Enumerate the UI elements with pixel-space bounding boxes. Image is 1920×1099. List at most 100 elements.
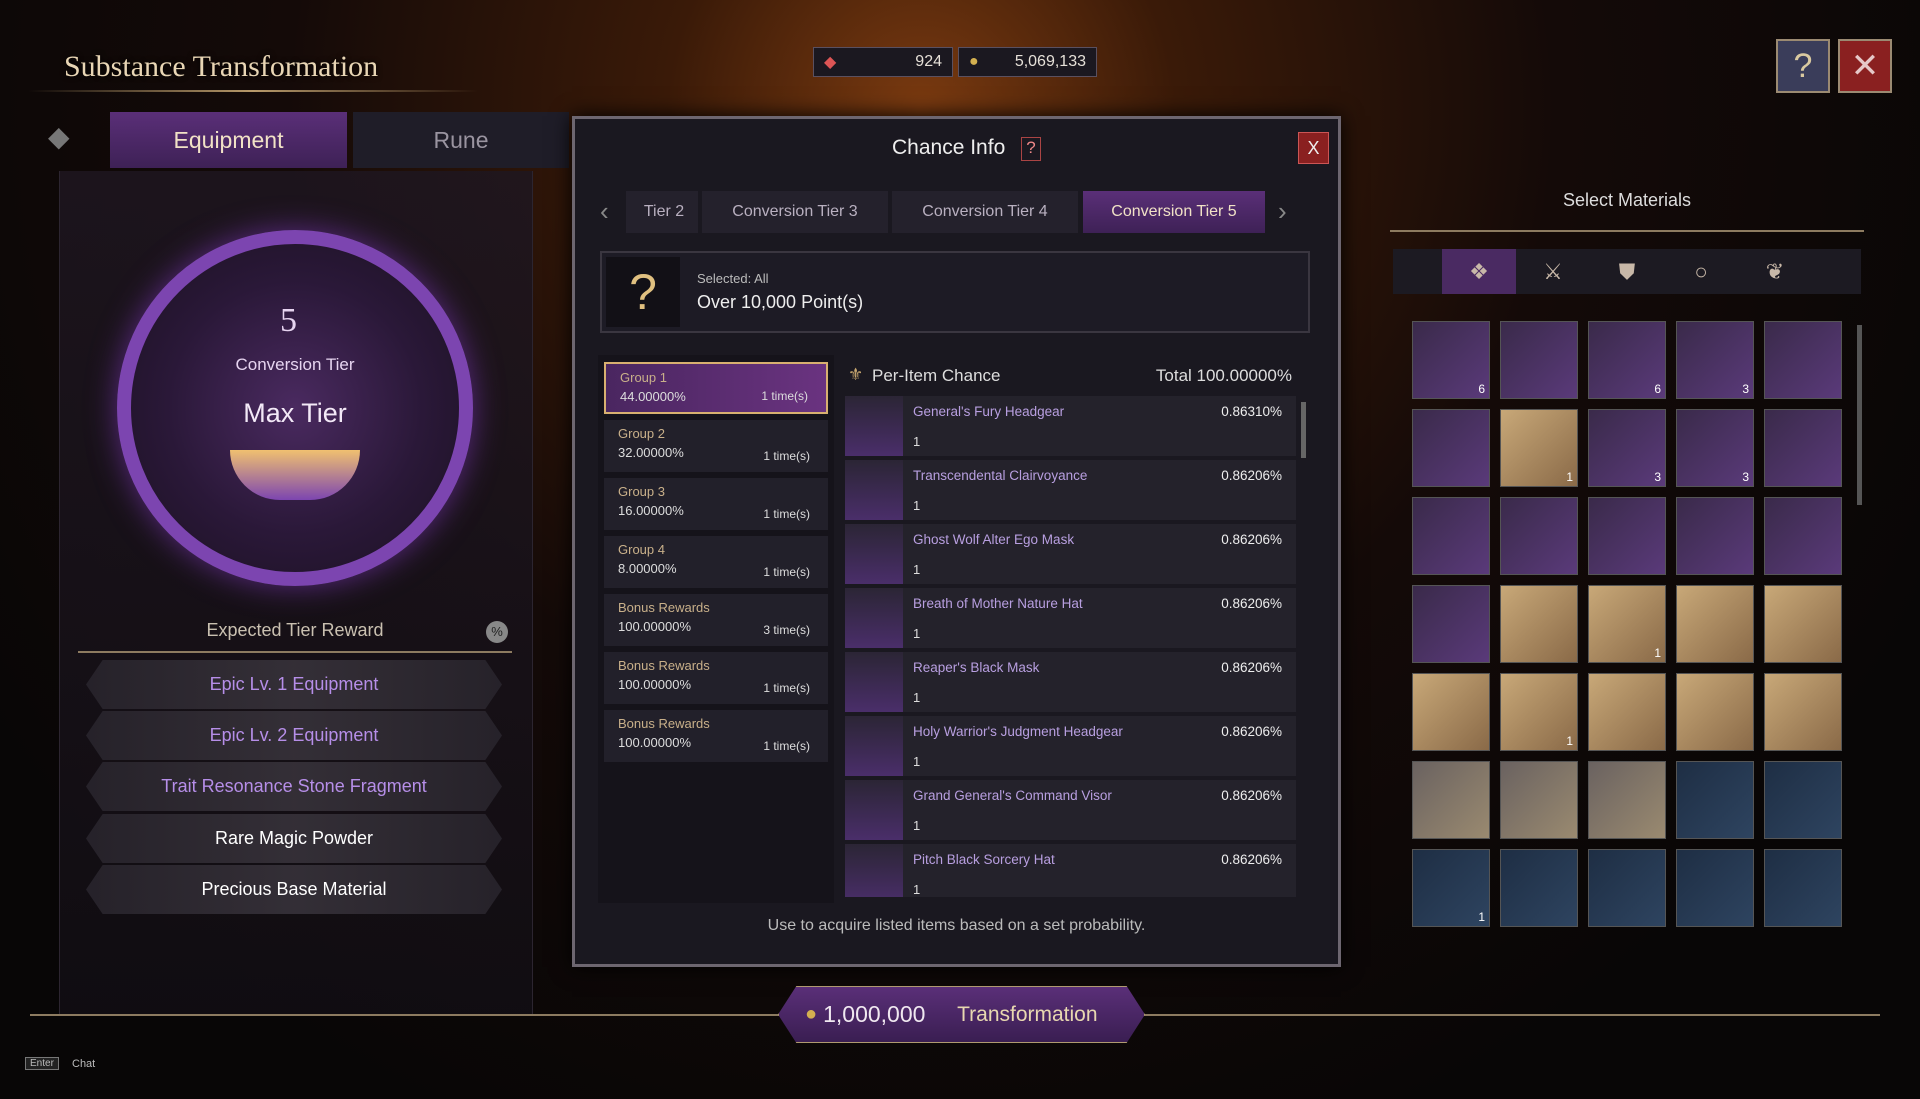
material-slot[interactable] — [1764, 849, 1842, 927]
transformation-button[interactable]: ● 1,000,000 Transformation — [778, 986, 1145, 1043]
material-slot[interactable] — [1412, 761, 1490, 839]
material-slot[interactable] — [1676, 585, 1754, 663]
item-name: Reaper's Black Mask — [913, 660, 1040, 675]
item-row[interactable]: Holy Warrior's Judgment Headgear 1 0.86206… — [845, 716, 1296, 776]
group-row[interactable]: Bonus Rewards 100.00000% 3 time(s) — [604, 594, 828, 646]
material-slot[interactable] — [1764, 585, 1842, 663]
ring-icon[interactable]: ○ — [1664, 249, 1738, 294]
item-row[interactable]: Breath of Mother Nature Hat 1 0.86206% — [845, 588, 1296, 648]
group-name: Group 4 — [618, 542, 665, 557]
material-slot[interactable] — [1764, 497, 1842, 575]
dialog-title: Chance Info — [892, 136, 1006, 159]
item-row[interactable]: Grand General's Command Visor 1 0.86206% — [845, 780, 1296, 840]
item-headgear-icon — [845, 652, 903, 712]
reward-item[interactable]: Epic Lv. 2 Equipment — [86, 711, 502, 760]
material-scrollbar[interactable] — [1857, 325, 1862, 505]
material-slot[interactable]: 3 — [1676, 321, 1754, 399]
page-title: Substance Transformation — [64, 50, 379, 83]
material-slot[interactable] — [1412, 497, 1490, 575]
material-slot[interactable]: 1 — [1588, 585, 1666, 663]
feather-icon[interactable]: ❦ — [1738, 249, 1812, 294]
material-slot[interactable] — [1500, 321, 1578, 399]
item-row[interactable]: General's Fury Headgear 1 0.86310% — [845, 396, 1296, 456]
gold-coin-icon: ● — [805, 1003, 818, 1025]
material-slot[interactable] — [1676, 761, 1754, 839]
material-slot[interactable]: 3 — [1588, 409, 1666, 487]
item-name: Ghost Wolf Alter Ego Mask — [913, 532, 1075, 547]
item-headgear-icon — [845, 396, 903, 456]
tab-tier-5[interactable]: Conversion Tier 5 — [1083, 191, 1265, 233]
material-slot[interactable]: 3 — [1676, 409, 1754, 487]
tab-rune[interactable]: Rune — [353, 112, 569, 168]
tier-tabs-prev-arrow[interactable]: ‹ — [600, 196, 609, 227]
material-slot[interactable] — [1412, 585, 1490, 663]
tab-prev-arrow[interactable]: ◆ — [48, 120, 100, 164]
close-window-button[interactable]: ✕ — [1838, 39, 1892, 93]
dialog-close-button[interactable]: X — [1298, 132, 1329, 164]
group-row[interactable]: Group 2 32.00000% 1 time(s) — [604, 420, 828, 472]
reward-item[interactable]: Rare Magic Powder — [86, 814, 502, 863]
transformation-label: Transformation — [957, 1002, 1098, 1026]
material-slot[interactable] — [1412, 409, 1490, 487]
item-headgear-icon — [845, 780, 903, 840]
material-slot[interactable] — [1500, 585, 1578, 663]
help-book-icon: ? — [1793, 46, 1813, 85]
group-name: Bonus Rewards — [618, 600, 710, 615]
item-chance: 0.86206% — [1221, 660, 1282, 675]
item-row[interactable]: Transcendental Clairvoyance 1 0.86206% — [845, 460, 1296, 520]
material-slot[interactable] — [1764, 409, 1842, 487]
tier-status: Max Tier — [243, 398, 347, 428]
material-slot[interactable]: 6 — [1412, 321, 1490, 399]
weapon-icon[interactable]: ⚔ — [1516, 249, 1590, 294]
item-list-scrollbar[interactable] — [1301, 402, 1306, 458]
material-count: 1 — [1566, 734, 1573, 748]
selected-value: Over 10,000 Point(s) — [697, 292, 864, 312]
item-headgear-icon — [845, 460, 903, 520]
material-slot[interactable]: 1 — [1500, 409, 1578, 487]
item-row[interactable]: Pitch Black Sorcery Hat 1 0.86206% — [845, 844, 1296, 897]
percent-info-button[interactable]: % — [486, 621, 508, 643]
tab-tier-3[interactable]: Conversion Tier 3 — [702, 191, 888, 233]
material-slot[interactable] — [1764, 761, 1842, 839]
material-slot[interactable] — [1764, 321, 1842, 399]
material-slot[interactable]: 1 — [1500, 673, 1578, 751]
all-icon[interactable]: ❖ — [1442, 249, 1516, 294]
group-row[interactable]: Group 3 16.00000% 1 time(s) — [604, 478, 828, 530]
tab-tier-4[interactable]: Conversion Tier 4 — [892, 191, 1078, 233]
dialog-help-icon[interactable]: ? — [1021, 137, 1041, 161]
material-slot[interactable] — [1412, 673, 1490, 751]
item-row[interactable]: Ghost Wolf Alter Ego Mask 1 0.86206% — [845, 524, 1296, 584]
item-row[interactable]: Reaper's Black Mask 1 0.86206% — [845, 652, 1296, 712]
item-chance: 0.86206% — [1221, 596, 1282, 611]
material-slot[interactable] — [1764, 673, 1842, 751]
armor-icon[interactable]: ⛊ — [1590, 249, 1664, 294]
expected-reward-title: Expected Tier Reward — [206, 620, 384, 640]
tab-tier-2[interactable]: Tier 2 — [626, 191, 698, 233]
tab-equipment[interactable]: Equipment — [110, 112, 347, 168]
group-row[interactable]: Group 1 44.00000% 1 time(s) — [604, 362, 828, 414]
material-slot[interactable]: 6 — [1588, 321, 1666, 399]
material-slot[interactable] — [1676, 673, 1754, 751]
material-slot[interactable] — [1588, 673, 1666, 751]
material-slot[interactable] — [1676, 849, 1754, 927]
material-slot[interactable] — [1676, 497, 1754, 575]
material-slot[interactable] — [1588, 761, 1666, 839]
material-slot[interactable] — [1588, 849, 1666, 927]
material-filter-bar: ❖ ⚔ ⛊ ○ ❦ — [1393, 249, 1861, 294]
material-slot[interactable] — [1500, 761, 1578, 839]
group-row[interactable]: Group 4 8.00000% 1 time(s) — [604, 536, 828, 588]
chat-button[interactable]: Chat — [72, 1058, 95, 1070]
material-slot[interactable] — [1500, 497, 1578, 575]
tier-tabs-next-arrow[interactable]: › — [1278, 196, 1287, 227]
material-slot[interactable]: 1 — [1412, 849, 1490, 927]
group-row[interactable]: Bonus Rewards 100.00000% 1 time(s) — [604, 652, 828, 704]
help-book-button[interactable]: ? — [1776, 39, 1830, 93]
material-slot[interactable] — [1500, 849, 1578, 927]
reward-item[interactable]: Trait Resonance Stone Fragment — [86, 762, 502, 811]
item-qty: 1 — [913, 562, 921, 577]
reward-item[interactable]: Epic Lv. 1 Equipment — [86, 660, 502, 709]
item-headgear-icon — [845, 524, 903, 584]
reward-item[interactable]: Precious Base Material — [86, 865, 502, 914]
material-slot[interactable] — [1588, 497, 1666, 575]
group-row[interactable]: Bonus Rewards 100.00000% 1 time(s) — [604, 710, 828, 762]
